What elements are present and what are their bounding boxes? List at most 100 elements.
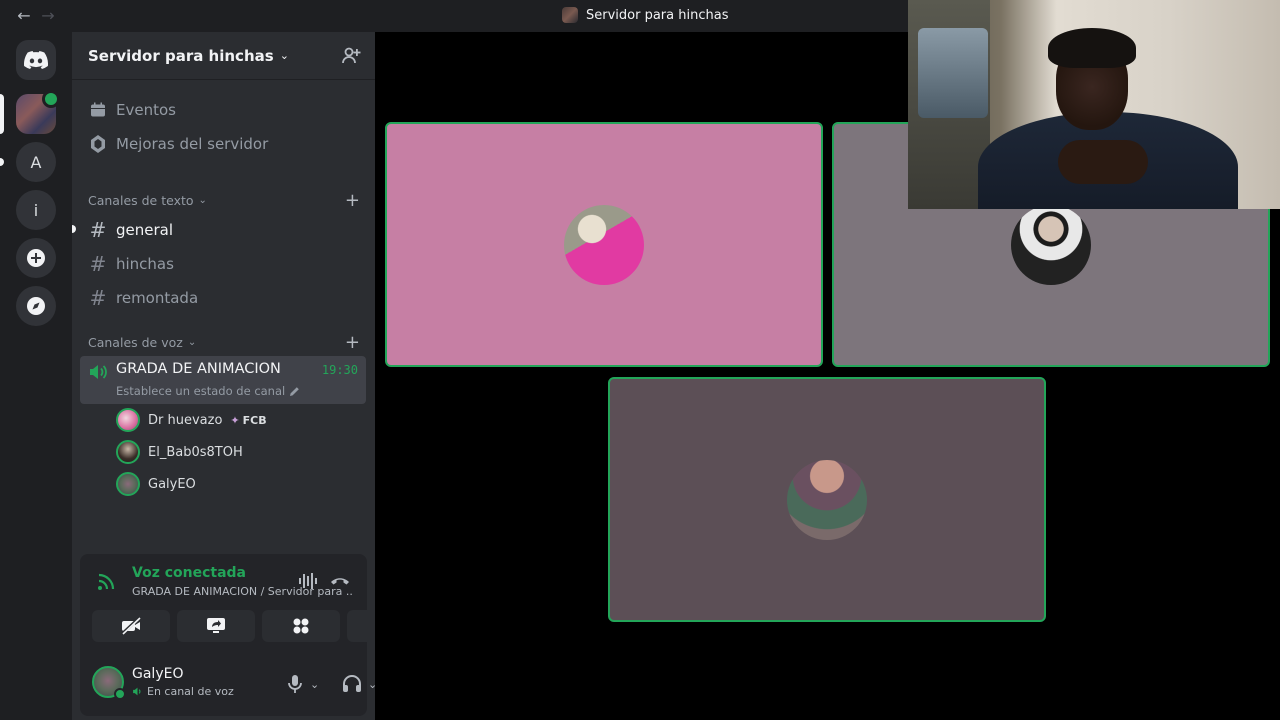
invite-people-icon[interactable] [341,46,361,66]
headphones-icon [343,675,361,692]
online-status-icon [114,688,126,700]
home-button[interactable] [16,40,56,80]
user-status: En canal de voz [132,685,234,698]
voice-user-dr-huevazo[interactable]: Dr huevazo ✦ FCB [116,406,267,434]
hash-icon: # [89,218,107,242]
screen-share-icon [207,618,225,633]
hash-icon: # [89,286,107,310]
server-icon-a[interactable]: A [16,142,56,182]
server-letter: i [33,200,39,220]
voice-user-name: El_Bab0s8TOH [148,444,243,460]
unread-indicator [0,158,4,166]
voice-connected-panel: Voz conectada GRADA DE ANIMACION / Servi… [80,554,425,652]
signal-icon[interactable] [96,570,118,592]
speaker-icon [90,365,107,379]
webcam-background [918,28,988,118]
voice-channels-category[interactable]: Canales de voz ⌄ + [88,332,360,353]
voice-channel-name: GRADA DE ANIMACION [116,361,281,377]
add-server-button[interactable] [16,238,56,278]
speaker-icon [133,687,141,696]
compass-icon [27,297,45,315]
microphone-button[interactable]: ⌄ [286,672,319,696]
create-channel-plus-icon[interactable]: + [345,332,360,353]
activities-button[interactable] [262,610,340,642]
participant-avatar [564,204,644,285]
unread-dot [72,225,76,233]
server-thumbnail-icon [562,7,578,23]
activity-rocket-icon [293,618,309,634]
voice-user-name: Dr huevazo [148,412,223,428]
voice-connected-subtitle[interactable]: GRADA DE ANIMACION / Servidor para ... [132,585,352,598]
server-rail: A i [0,32,72,720]
username[interactable]: GalyEO [132,666,183,682]
forward-arrow-icon[interactable]: → [38,6,58,26]
webcam-person [1058,140,1148,184]
channel-general[interactable]: # general [72,214,366,246]
chevron-down-icon[interactable]: ⌄ [310,678,319,691]
create-channel-plus-icon[interactable]: + [345,190,360,211]
voice-channel-timer: 19:30 [321,363,358,377]
chevron-down-icon: ⌄ [279,49,289,62]
chevron-down-icon: ⌄ [198,194,207,206]
server-letter: A [30,152,42,172]
channel-remontada[interactable]: # remontada [80,282,366,314]
status-placeholder: Establece un estado de canal [116,384,286,398]
active-server-indicator [0,94,4,134]
headphones-button[interactable]: ⌄ [342,672,377,696]
server-boosts-link[interactable]: Mejoras del servidor [80,128,366,160]
avatar [116,440,140,464]
share-screen-button[interactable] [177,610,255,642]
category-label: Canales de texto [88,192,194,208]
server-header[interactable]: Servidor para hinchas ⌄ [72,32,375,80]
discord-logo-icon [24,51,48,69]
plus-circle-icon [27,249,45,267]
back-arrow-icon[interactable]: ← [14,6,34,26]
events-label: Eventos [116,101,176,119]
webcam-overlay [908,0,1280,209]
voice-user-name: GalyEO [148,476,196,492]
guild-tag-label: FCB [242,413,267,427]
participant-avatar [1011,204,1091,285]
voice-active-badge-icon [42,90,60,108]
server-icon-active[interactable] [16,90,60,134]
category-label: Canales de voz [88,334,183,350]
participant-tile-galyeo[interactable] [608,377,1046,622]
boost-icon [88,134,108,154]
participant-tile-dr-huevazo[interactable] [385,122,823,367]
voice-channel-grada[interactable]: GRADA DE ANIMACION 19:30 Establece un es… [80,356,366,404]
server-icon-i[interactable]: i [16,190,56,230]
voice-user-el-bab0s8toh[interactable]: El_Bab0s8TOH [116,438,243,466]
channel-sidebar: Servidor para hinchas ⌄ Eventos Mejoras … [72,32,425,720]
voice-connected-title: Voz conectada [132,565,246,581]
user-status-text: En canal de voz [147,685,234,698]
guild-tag-badge: ✦ FCB [230,414,266,427]
diamond-icon: ✦ [230,413,240,427]
voice-user-galyeo[interactable]: GalyEO [116,470,196,498]
window-title: Servidor para hinchas [562,7,728,23]
set-channel-status[interactable]: Establece un estado de canal [116,384,300,398]
user-panel: GalyEO En canal de voz ⌄ ⌄ [80,652,418,716]
events-link[interactable]: Eventos [80,94,366,126]
channel-label: remontada [116,289,199,307]
channel-label: hinchas [116,255,174,273]
channel-hinchas[interactable]: # hinchas [80,248,366,280]
pencil-icon [290,386,300,396]
calendar-icon [88,100,108,120]
server-name: Servidor para hinchas [88,46,274,65]
avatar [116,408,140,432]
channel-label: general [116,221,174,239]
video-off-icon [120,617,141,635]
webcam-person [1048,28,1136,68]
participant-avatar [787,459,867,540]
camera-off-button[interactable] [92,610,170,642]
noise-suppression-icon[interactable] [297,570,319,592]
disconnect-phone-icon[interactable] [329,570,351,592]
avatar [116,472,140,496]
discover-button[interactable] [16,286,56,326]
microphone-icon [288,675,302,693]
boosts-label: Mejoras del servidor [116,135,269,153]
hash-icon: # [89,252,107,276]
window-title-text: Servidor para hinchas [586,7,729,23]
text-channels-category[interactable]: Canales de texto ⌄ + [88,190,360,211]
chevron-down-icon: ⌄ [187,336,197,348]
